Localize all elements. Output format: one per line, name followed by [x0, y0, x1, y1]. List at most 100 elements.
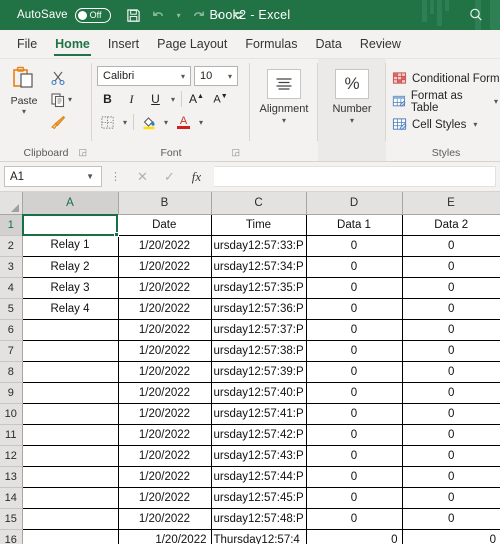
conditional-formatting-button[interactable]: Conditional Form [392, 68, 500, 89]
formula-input[interactable] [214, 166, 496, 187]
column-header-d[interactable]: D [306, 192, 403, 215]
clipboard-dialog-launcher-icon[interactable]: ◲ [78, 147, 87, 158]
cell-a11[interactable] [22, 424, 119, 446]
font-size-dropdown-icon[interactable]: ▾ [226, 72, 234, 81]
tab-data[interactable]: Data [306, 30, 350, 58]
undo-dropdown-icon[interactable]: ▾ [173, 4, 185, 26]
redo-dropdown-icon[interactable]: ▾ [213, 4, 225, 26]
font-color-button[interactable]: A [173, 112, 194, 132]
cell-d8[interactable]: 0 [306, 361, 403, 383]
cell-d6[interactable]: 0 [306, 319, 403, 341]
row-header-4[interactable]: 4 [0, 277, 23, 299]
font-name-dropdown-icon[interactable]: ▾ [179, 72, 187, 81]
cell-e13[interactable]: 0 [402, 466, 500, 488]
row-header-14[interactable]: 14 [0, 487, 23, 509]
save-icon[interactable] [123, 4, 145, 26]
cell-c1[interactable]: Time [211, 214, 307, 236]
underline-dropdown-icon[interactable]: ▾ [169, 95, 177, 104]
cell-b5[interactable]: 1/20/2022 [118, 298, 212, 320]
row-header-6[interactable]: 6 [0, 319, 23, 341]
borders-button[interactable] [97, 112, 118, 132]
customize-quick-access-icon[interactable] [228, 4, 250, 26]
row-header-9[interactable]: 9 [0, 382, 23, 404]
cell-a16[interactable] [22, 529, 119, 544]
column-header-b[interactable]: B [118, 192, 212, 215]
cell-d9[interactable]: 0 [306, 382, 403, 404]
cell-d10[interactable]: 0 [306, 403, 403, 425]
cell-styles-dropdown-icon[interactable]: ▾ [471, 120, 479, 129]
name-box-dropdown-icon[interactable]: ▼ [84, 172, 96, 181]
cell-e5[interactable]: 0 [402, 298, 500, 320]
cell-e1[interactable]: Data 2 [402, 214, 500, 236]
number-button[interactable]: % Number ▾ [332, 63, 372, 125]
cell-e11[interactable]: 0 [402, 424, 500, 446]
cell-a15[interactable] [22, 508, 119, 530]
cell-a13[interactable] [22, 466, 119, 488]
cell-c9[interactable]: ursday12:57:40:P [211, 382, 307, 404]
tab-page-layout[interactable]: Page Layout [148, 30, 236, 58]
italic-button[interactable]: I [121, 89, 142, 109]
cell-b10[interactable]: 1/20/2022 [118, 403, 212, 425]
paste-button[interactable]: Paste ▾ [0, 63, 48, 116]
cell-d13[interactable]: 0 [306, 466, 403, 488]
decrease-font-size-button[interactable]: A▼ [210, 89, 231, 109]
cell-e7[interactable]: 0 [402, 340, 500, 362]
format-painter-button[interactable] [48, 111, 74, 132]
cell-b1[interactable]: Date [118, 214, 212, 236]
cell-b8[interactable]: 1/20/2022 [118, 361, 212, 383]
format-as-table-dropdown-icon[interactable]: ▾ [492, 97, 500, 106]
alignment-dropdown-icon[interactable]: ▾ [282, 116, 286, 125]
row-header-3[interactable]: 3 [0, 256, 23, 278]
row-header-2[interactable]: 2 [0, 235, 23, 257]
row-header-1[interactable]: 1 [0, 214, 23, 236]
column-header-c[interactable]: C [211, 192, 307, 215]
cell-b12[interactable]: 1/20/2022 [118, 445, 212, 467]
cell-c4[interactable]: ursday12:57:35:P [211, 277, 307, 299]
cell-c12[interactable]: ursday12:57:43:P [211, 445, 307, 467]
cell-b13[interactable]: 1/20/2022 [118, 466, 212, 488]
column-header-e[interactable]: E [402, 192, 500, 215]
alignment-button[interactable]: Alignment ▾ [260, 63, 308, 125]
row-header-8[interactable]: 8 [0, 361, 23, 383]
cell-d5[interactable]: 0 [306, 298, 403, 320]
copy-dropdown-icon[interactable]: ▾ [66, 95, 74, 104]
row-header-16[interactable]: 16 [0, 529, 23, 544]
cell-d3[interactable]: 0 [306, 256, 403, 278]
cancel-icon[interactable]: ✕ [129, 166, 156, 187]
row-header-12[interactable]: 12 [0, 445, 23, 467]
cell-a14[interactable] [22, 487, 119, 509]
cell-c13[interactable]: ursday12:57:44:P [211, 466, 307, 488]
redo-icon[interactable] [188, 4, 210, 26]
cell-d14[interactable]: 0 [306, 487, 403, 509]
font-name-input[interactable]: Calibri ▾ [97, 66, 191, 86]
cell-b9[interactable]: 1/20/2022 [118, 382, 212, 404]
cell-e9[interactable]: 0 [402, 382, 500, 404]
cell-c8[interactable]: ursday12:57:39:P [211, 361, 307, 383]
row-header-7[interactable]: 7 [0, 340, 23, 362]
tab-review[interactable]: Review [351, 30, 410, 58]
cell-b15[interactable]: 1/20/2022 [118, 508, 212, 530]
tab-insert[interactable]: Insert [99, 30, 148, 58]
tab-file[interactable]: File [8, 30, 46, 58]
font-dialog-launcher-icon[interactable]: ◲ [231, 147, 240, 158]
cell-a2[interactable]: Relay 1 [22, 235, 119, 257]
select-all-corner[interactable] [0, 192, 23, 215]
cell-c3[interactable]: ursday12:57:34:P [211, 256, 307, 278]
cell-e8[interactable]: 0 [402, 361, 500, 383]
fill-color-dropdown-icon[interactable]: ▾ [162, 118, 170, 127]
cell-e3[interactable]: 0 [402, 256, 500, 278]
undo-icon[interactable] [148, 4, 170, 26]
paste-dropdown-icon[interactable]: ▾ [20, 107, 28, 116]
format-as-table-button[interactable]: Format as Table ▾ [392, 90, 500, 114]
cell-a7[interactable] [22, 340, 119, 362]
cell-c2[interactable]: ursday12:57:33:P [211, 235, 307, 257]
cell-c11[interactable]: ursday12:57:42:P [211, 424, 307, 446]
row-header-10[interactable]: 10 [0, 403, 23, 425]
bold-button[interactable]: B [97, 89, 118, 109]
cut-button[interactable] [48, 67, 74, 88]
row-header-15[interactable]: 15 [0, 508, 23, 530]
increase-font-size-button[interactable]: A▲ [186, 89, 207, 109]
font-color-dropdown-icon[interactable]: ▾ [197, 118, 205, 127]
cell-c14[interactable]: ursday12:57:45:P [211, 487, 307, 509]
cell-a1[interactable] [22, 214, 118, 235]
